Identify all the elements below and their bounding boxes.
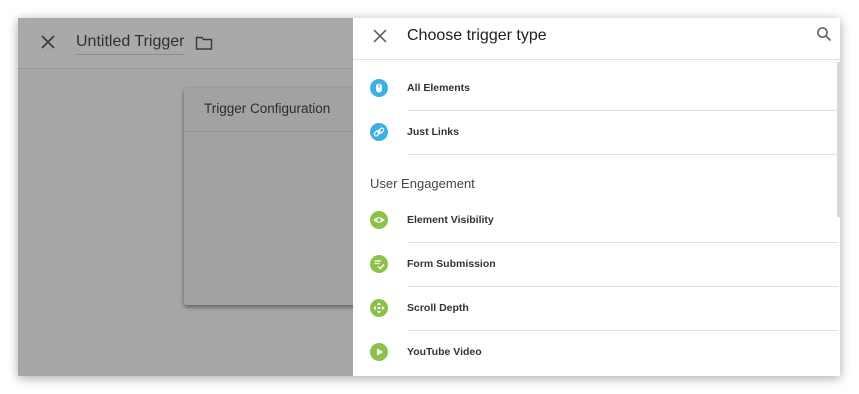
panel-header: Choose trigger type — [353, 18, 840, 60]
editor-header: Untitled Trigger — [18, 18, 353, 69]
trigger-editor-window: Untitled Trigger Trigger Configuration C… — [18, 18, 840, 376]
all-elements-icon — [370, 79, 388, 97]
trigger-option-youtube-video[interactable]: YouTube Video — [353, 331, 840, 375]
trigger-option-just-links[interactable]: Just Links — [353, 111, 840, 155]
trigger-name-field[interactable]: Untitled Trigger — [76, 33, 185, 55]
trigger-option-element-visibility[interactable]: Element Visibility — [353, 199, 840, 243]
panel-title: Choose trigger type — [407, 27, 547, 44]
eye-icon — [370, 211, 388, 229]
trigger-option-scroll-depth[interactable]: Scroll Depth — [353, 287, 840, 331]
option-label: Scroll Depth — [407, 302, 469, 314]
trigger-type-panel: Choose trigger type All Elements Just Li… — [353, 18, 840, 376]
close-icon[interactable] — [39, 33, 57, 51]
section-heading-user-engagement: User Engagement — [370, 176, 475, 191]
card-title: Trigger Configuration — [204, 101, 331, 116]
divider — [407, 154, 838, 155]
link-icon — [370, 123, 388, 141]
option-label: Form Submission — [407, 258, 496, 270]
option-label: Element Visibility — [407, 214, 494, 226]
scroll-icon — [370, 299, 388, 317]
form-icon — [370, 255, 388, 273]
search-icon[interactable] — [816, 26, 832, 42]
play-icon — [370, 343, 388, 361]
close-icon[interactable] — [372, 28, 388, 44]
trigger-option-form-submission[interactable]: Form Submission — [353, 243, 840, 287]
option-label: YouTube Video — [407, 346, 482, 358]
option-label: All Elements — [407, 82, 471, 94]
option-label: Just Links — [407, 126, 459, 138]
folder-icon[interactable] — [195, 35, 213, 51]
trigger-option-all-elements[interactable]: All Elements — [353, 67, 840, 111]
